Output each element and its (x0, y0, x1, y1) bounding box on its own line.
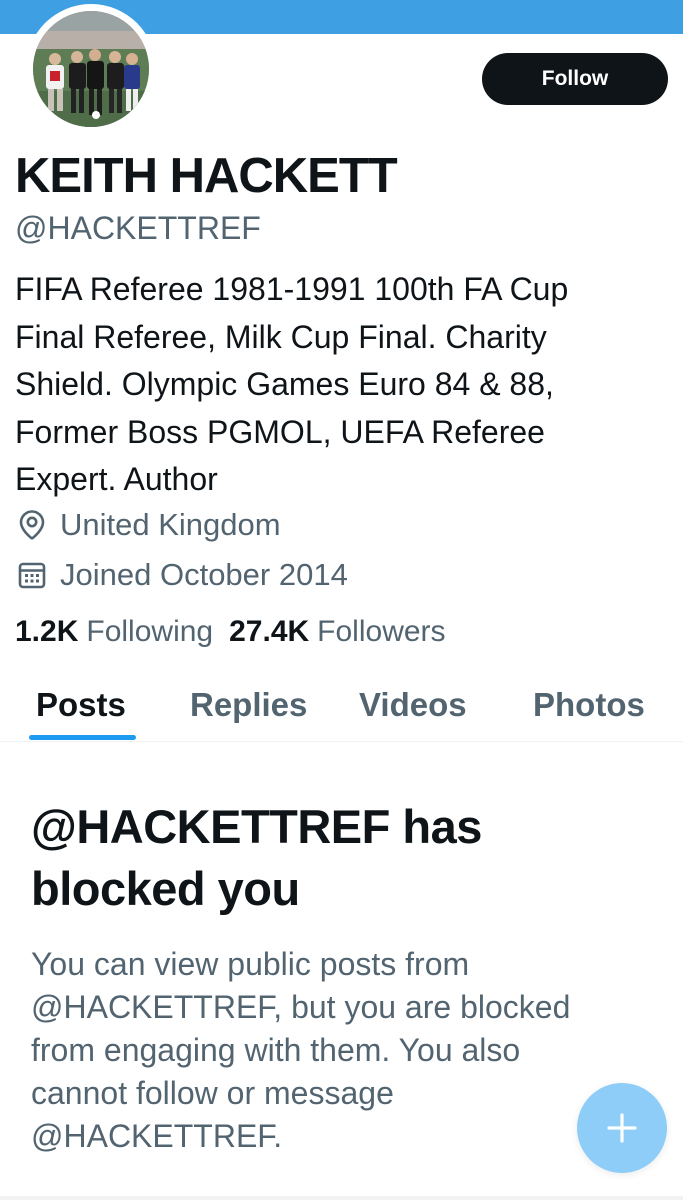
location-pin-icon (19, 510, 45, 540)
blocked-body-line: You can view public posts from (31, 946, 470, 982)
follow-stats: 1.2K Following 27.4K Followers (15, 615, 446, 649)
blocked-body-line: from engaging with them. You also (31, 1032, 521, 1068)
follow-button[interactable]: Follow (482, 53, 668, 105)
compose-post-button[interactable] (577, 1083, 667, 1173)
user-handle: @HACKETTREF (15, 210, 261, 246)
tab-posts[interactable]: Posts (36, 686, 126, 724)
location-text: United Kingdom (60, 507, 281, 542)
profile-bio: FIFA Referee 1981-1991 100th FA Cup Fina… (15, 266, 655, 504)
joined-text: Joined October 2014 (60, 557, 348, 592)
calendar-icon (18, 562, 46, 589)
bio-line: Expert. Author (15, 461, 218, 497)
blocked-notice-body: You can view public posts from @HACKETTR… (31, 943, 631, 1158)
bio-line: Shield. Olympic Games Euro 84 & 88, (15, 366, 554, 402)
avatar[interactable] (33, 11, 149, 127)
blocked-title-line: blocked you (31, 862, 300, 915)
tab-replies[interactable]: Replies (190, 686, 307, 724)
bio-line: FIFA Referee 1981-1991 100th FA Cup (15, 271, 569, 307)
bottom-divider (0, 1196, 683, 1200)
following-label: Following (86, 615, 214, 648)
tab-videos[interactable]: Videos (359, 686, 467, 724)
followers-label: Followers (317, 615, 446, 648)
plus-icon (607, 1113, 637, 1143)
following-link[interactable]: 1.2K Following (15, 615, 213, 649)
profile-joined-date: Joined October 2014 (17, 557, 348, 593)
followers-count: 27.4K (229, 615, 310, 648)
active-tab-indicator (29, 735, 136, 740)
blocked-body-line: @HACKETTREF, but you are blocked (31, 989, 571, 1025)
profile-photo (33, 11, 149, 127)
profile-tabs: Posts Replies Videos Photos (0, 672, 683, 742)
blocked-body-line: @HACKETTREF. (31, 1118, 283, 1154)
following-count: 1.2K (15, 615, 79, 648)
profile-location: United Kingdom (17, 507, 281, 543)
display-name: KEITH HACKETT (15, 149, 398, 203)
blocked-notice-title: @HACKETTREF has blocked you (31, 796, 651, 920)
blocked-title-line: @HACKETTREF has (31, 800, 482, 853)
bio-line: Final Referee, Milk Cup Final. Charity (15, 318, 547, 355)
followers-link[interactable]: 27.4K Followers (229, 615, 445, 649)
bio-line: Former Boss PGMOL, UEFA Referee (15, 413, 545, 450)
blocked-body-line: cannot follow or message (31, 1075, 394, 1111)
tab-photos[interactable]: Photos (533, 686, 645, 724)
